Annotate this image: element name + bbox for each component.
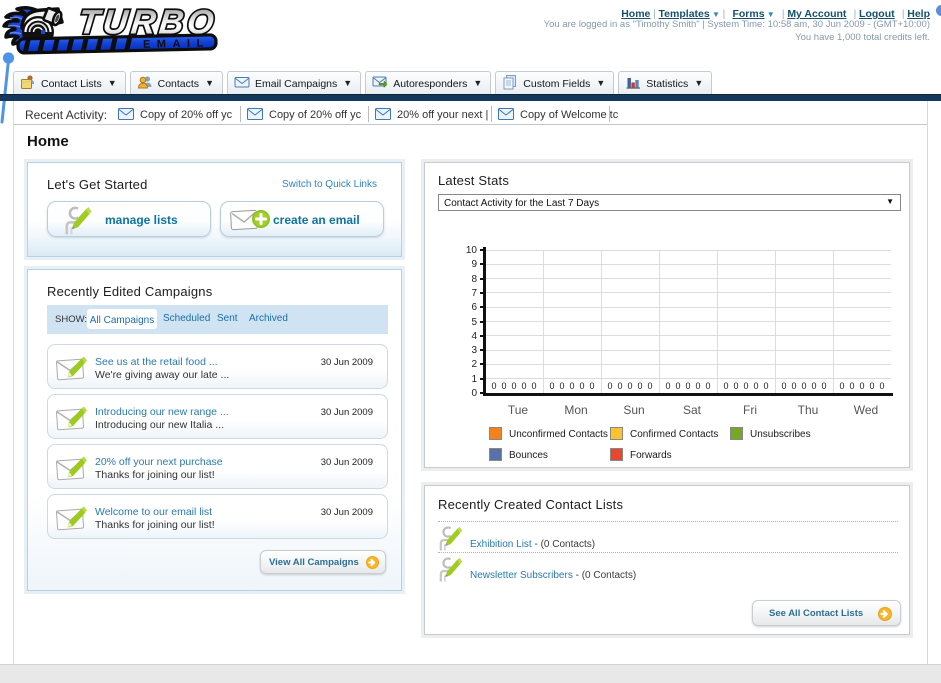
svg-text:EMAIL: EMAIL: [143, 37, 210, 50]
